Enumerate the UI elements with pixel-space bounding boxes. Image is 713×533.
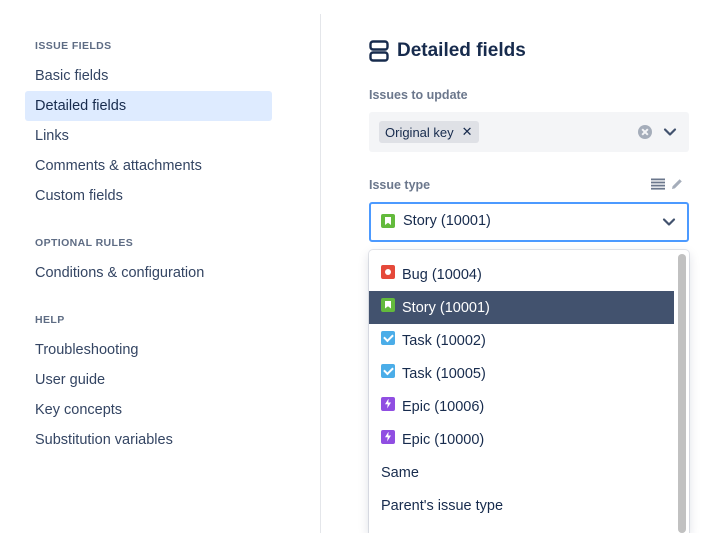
section-title-optional-rules: OPTIONAL RULES — [35, 237, 134, 249]
option-same[interactable]: Same — [369, 456, 674, 489]
option-task-10005[interactable]: Task (10005) — [369, 357, 674, 390]
chevron-down-icon[interactable] — [663, 125, 677, 139]
issue-type-select[interactable]: Story (10001) — [369, 202, 689, 242]
option-label: Task (10005) — [402, 365, 486, 382]
option-label: Epic (10000) — [402, 431, 485, 448]
story-icon — [381, 214, 395, 228]
chip-remove-icon[interactable]: ✕ — [462, 124, 473, 140]
issue-type-actions — [651, 178, 683, 190]
chip-label: Original key — [385, 124, 454, 140]
main-panel: Detailed fields Issues to update Origina… — [321, 0, 713, 533]
nav-item-comments-attachments[interactable]: Comments & attachments — [25, 151, 272, 181]
pencil-icon[interactable] — [671, 178, 683, 190]
option-label: Story (10001) — [402, 299, 490, 316]
option-label: Epic (10006) — [402, 398, 485, 415]
nav-item-troubleshooting[interactable]: Troubleshooting — [25, 335, 272, 365]
scrollbar-thumb[interactable] — [678, 254, 686, 533]
fields-stack-icon — [369, 40, 389, 62]
nav-item-key-concepts[interactable]: Key concepts — [25, 395, 272, 425]
chevron-down-icon[interactable] — [662, 215, 676, 229]
issue-type-value: Story (10001) — [381, 213, 491, 229]
option-epic-10006[interactable]: Epic (10006) — [369, 390, 674, 423]
issues-to-update-label: Issues to update — [369, 88, 468, 102]
option-label: Task (10002) — [402, 332, 486, 349]
issues-to-update-select[interactable]: Original key ✕ — [369, 112, 689, 152]
option-label: Parent's issue type — [381, 497, 504, 514]
clear-icon[interactable] — [638, 125, 652, 139]
story-icon — [381, 297, 395, 312]
epic-icon — [381, 396, 395, 411]
issue-type-dropdown-menu: Bug (10004) Story (10001) Task (10002) T… — [369, 250, 689, 533]
chip-original-key: Original key ✕ — [379, 121, 479, 143]
list-icon[interactable] — [651, 178, 665, 190]
issue-type-value-label: Story (10001) — [403, 213, 491, 229]
nav-item-basic-fields[interactable]: Basic fields — [25, 61, 272, 91]
option-label: Bug (10004) — [402, 266, 482, 283]
option-task-10002[interactable]: Task (10002) — [369, 324, 674, 357]
option-bug-10004[interactable]: Bug (10004) — [369, 258, 674, 291]
nav-item-conditions-configuration[interactable]: Conditions & configuration — [25, 258, 272, 288]
nav-item-links[interactable]: Links — [25, 121, 272, 151]
nav-item-detailed-fields[interactable]: Detailed fields — [25, 91, 272, 121]
bug-icon — [381, 264, 395, 279]
option-epic-10000[interactable]: Epic (10000) — [369, 423, 674, 456]
page-heading: Detailed fields — [369, 38, 526, 64]
section-title-help: HELP — [35, 314, 65, 326]
option-story-10001[interactable]: Story (10001) — [369, 291, 674, 324]
nav-item-custom-fields[interactable]: Custom fields — [25, 181, 272, 211]
sidebar: ISSUE FIELDS Basic fields Detailed field… — [0, 0, 320, 533]
section-title-issue-fields: ISSUE FIELDS — [35, 40, 112, 52]
dropdown-scrollbar[interactable] — [678, 254, 686, 533]
option-label: Same — [381, 464, 419, 481]
task-icon — [381, 363, 395, 378]
page-title: Detailed fields — [397, 40, 526, 61]
epic-icon — [381, 429, 395, 444]
issue-type-label: Issue type — [369, 178, 431, 192]
option-parents-issue-type[interactable]: Parent's issue type — [369, 489, 674, 522]
task-icon — [381, 330, 395, 345]
nav-item-substitution-variables[interactable]: Substitution variables — [25, 425, 272, 455]
nav-item-user-guide[interactable]: User guide — [25, 365, 272, 395]
